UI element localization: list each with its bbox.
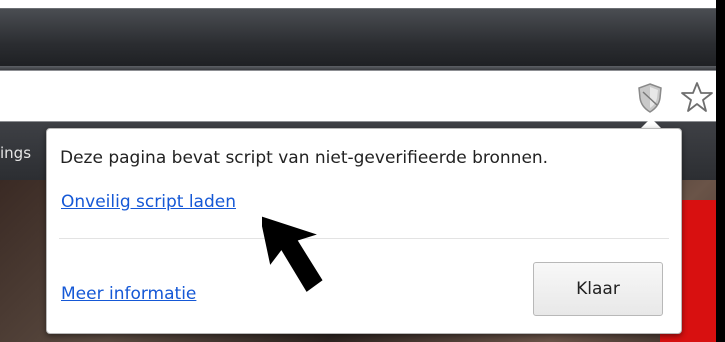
popup-divider xyxy=(59,238,669,239)
window-top-edge xyxy=(0,0,725,8)
star-icon[interactable] xyxy=(680,81,714,113)
blocked-script-popup: Deze pagina bevat script van niet-geveri… xyxy=(46,128,682,334)
more-info-link[interactable]: Meer informatie xyxy=(61,284,196,304)
popup-message: Deze pagina bevat script van niet-geveri… xyxy=(60,148,549,168)
browser-titlebar xyxy=(0,8,725,67)
annotation-arrow-icon xyxy=(262,215,323,292)
load-unsafe-script-link[interactable]: Onveilig script laden xyxy=(61,192,236,212)
shield-icon[interactable] xyxy=(637,83,663,113)
address-bar[interactable] xyxy=(0,70,725,122)
done-button[interactable]: Klaar xyxy=(533,262,663,316)
window-right-edge xyxy=(716,0,725,342)
bookmark-item-label[interactable]: ings xyxy=(0,144,31,162)
